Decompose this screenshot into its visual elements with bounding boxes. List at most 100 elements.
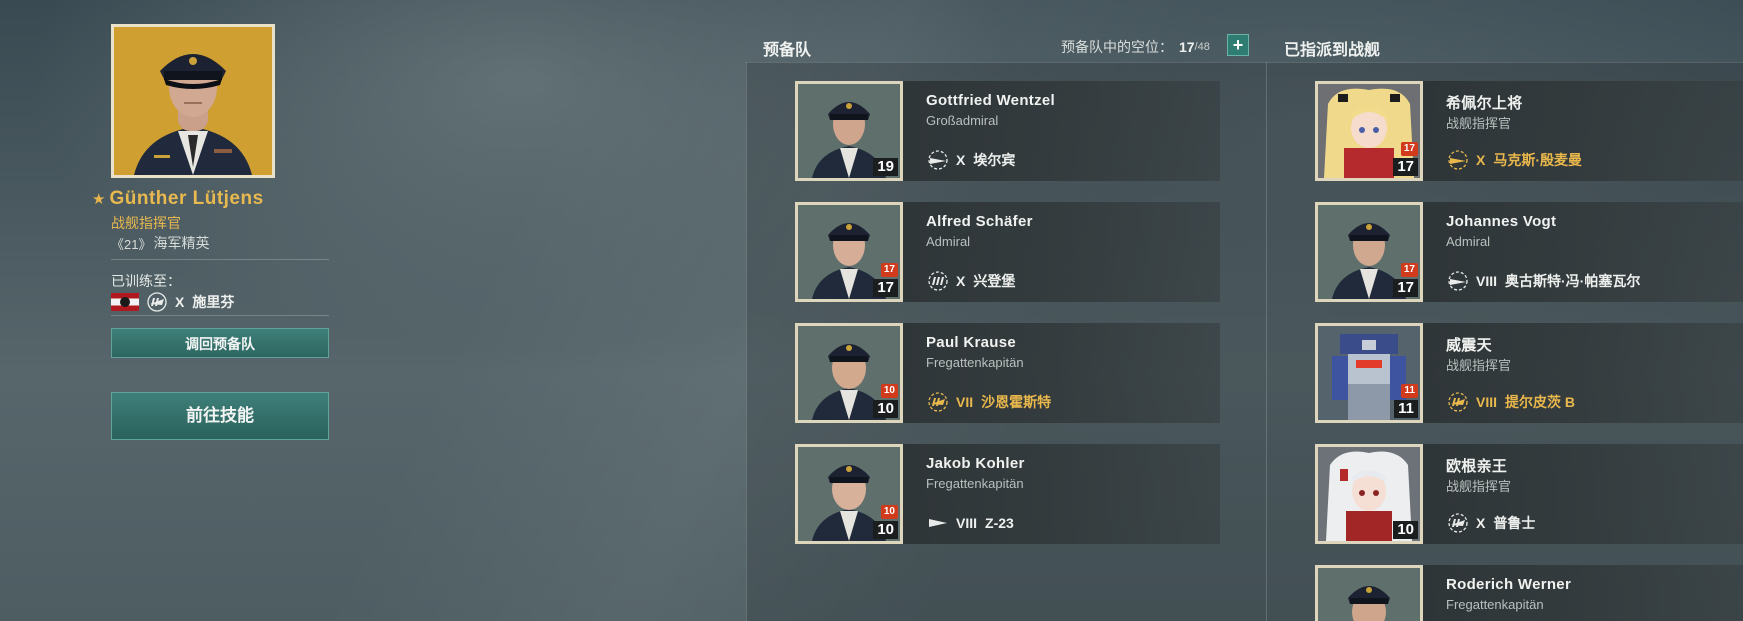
assigned-ship: VIII Z-23 — [926, 513, 1014, 533]
skill-points-badge: 11 — [1401, 384, 1418, 398]
assigned-commander-card[interactable]: 11 11 威震天 战舰指挥官 VIII 提尔皮茨 B — [1315, 323, 1743, 423]
elite-label: 海军精英 — [153, 235, 210, 251]
reserve-commander-card[interactable]: 19 Gottfried Wentzel Großadmiral X 埃尔宾 — [795, 81, 1220, 181]
reserve-commander-card[interactable]: 10 10 Jakob Kohler Fregattenkapitän VIII… — [795, 444, 1220, 544]
assigned-commander-card[interactable]: 17 17 希佩尔上将 战舰指挥官 X 马克斯·殷麦曼 — [1315, 81, 1743, 181]
skill-points-badge: 17 — [1400, 263, 1418, 277]
divider — [1266, 62, 1267, 621]
assigned-commander-card[interactable]: 17 17 Johannes Vogt Admiral VIII 奥古斯特·冯·… — [1315, 202, 1743, 302]
slots-max: /48 — [1194, 41, 1210, 53]
destroyer-icon — [929, 519, 947, 527]
skill-points-badge: 10 — [880, 384, 898, 398]
commander-portrait: 17 17 — [795, 202, 903, 302]
commander-level: 11 — [1394, 400, 1418, 418]
commander-name: Gottfried Wentzel — [926, 92, 1055, 109]
return-to-reserve-button[interactable]: 调回预备队 — [111, 328, 329, 358]
commander-name: 希佩尔上将 — [1446, 95, 1523, 112]
assigned-commander-card[interactable]: 10 欧根亲王 战舰指挥官 X 普鲁士 — [1315, 444, 1743, 544]
go-to-skills-button[interactable]: 前往技能 — [111, 392, 329, 440]
cruiser-icon — [928, 271, 948, 291]
commander-rank: Fregattenkapitän — [1446, 597, 1544, 612]
ship-tier: X — [1476, 515, 1486, 531]
commander-level: 17 — [1393, 279, 1418, 297]
commander-rank: Admiral — [926, 234, 971, 249]
commander-portrait: 11 11 — [1315, 323, 1423, 423]
ship-name: 沙恩霍斯特 — [981, 394, 1052, 410]
ship-name: 施里芬 — [192, 294, 235, 310]
ship-tier: X — [175, 294, 185, 310]
skill-points-badge: 17 — [880, 263, 898, 277]
commander-portrait: 17 17 — [1315, 202, 1423, 302]
commander-name-row: ★ Günther Lütjens — [92, 188, 264, 210]
commander-rank: Admiral — [1446, 234, 1491, 249]
ship-name: 马克斯·殷麦曼 — [1493, 152, 1583, 168]
commander-level: 17 — [1393, 158, 1418, 176]
star-icon: ★ — [92, 191, 106, 208]
commander-name: 威震天 — [1446, 337, 1492, 354]
assigned-commander-card[interactable]: Roderich Werner Fregattenkapitän — [1315, 565, 1743, 621]
ship-name: 兴登堡 — [973, 273, 1016, 289]
commander-name: 欧根亲王 — [1446, 458, 1508, 475]
commander-portrait — [1315, 565, 1423, 621]
elite-level: 21 — [124, 236, 139, 252]
reserve-commander-card[interactable]: 10 10 Paul Krause Fregattenkapitän VII 沙… — [795, 323, 1220, 423]
commander-rank: 战舰指挥官 — [1446, 358, 1512, 373]
slots-current: 17 — [1179, 39, 1195, 55]
divider — [111, 259, 329, 260]
commander-level: 19 — [873, 158, 898, 176]
skill-points-badge: 10 — [880, 505, 898, 519]
commander-rank: Großadmiral — [926, 113, 999, 128]
elite-level-icon: 《21》 — [111, 236, 152, 252]
battleship-icon — [1448, 392, 1468, 412]
commander-portrait: 17 17 — [1315, 81, 1423, 181]
commander-rank: Fregattenkapitän — [926, 355, 1024, 370]
add-slots-button[interactable]: + — [1227, 34, 1249, 56]
commander-rank: Fregattenkapitän — [926, 476, 1024, 491]
ship-name: 埃尔宾 — [973, 152, 1016, 168]
commander-rank: 战舰指挥官 — [1446, 479, 1512, 494]
ship-name: 普鲁士 — [1493, 515, 1536, 531]
assigned-ship: X 兴登堡 — [926, 271, 1015, 291]
ship-tier: VIII — [1476, 394, 1498, 410]
commander-rank: 战舰指挥官 — [111, 215, 181, 231]
cruiser-icon — [1448, 271, 1468, 291]
commander-portrait: 10 10 — [795, 444, 903, 544]
skill-points-badge: 17 — [1400, 142, 1418, 156]
ship-tier: X — [956, 152, 966, 168]
commander-name: Paul Krause — [926, 334, 1017, 351]
battleship-icon — [147, 292, 167, 312]
commander-portrait: 10 10 — [795, 323, 903, 423]
ship-tier: X — [1476, 152, 1486, 168]
commander-name: Johannes Vogt — [1446, 213, 1557, 230]
commander-portrait — [111, 24, 275, 178]
slots-label: 预备队中的空位： — [1061, 39, 1173, 55]
ship-name: 奥古斯特·冯·帕塞瓦尔 — [1505, 273, 1641, 289]
germany-flag-icon — [111, 293, 139, 311]
assigned-ship: X 马克斯·殷麦曼 — [1446, 150, 1582, 170]
divider — [746, 62, 1743, 63]
reserve-commander-card[interactable]: 17 17 Alfred Schäfer Admiral X 兴登堡 — [795, 202, 1220, 302]
ship-tier: X — [956, 273, 966, 289]
assigned-title: 已指派到战舰 — [1284, 42, 1381, 59]
commander-level: 17 — [873, 279, 898, 297]
assigned-ship: VIII 奥古斯特·冯·帕塞瓦尔 — [1446, 271, 1640, 291]
commander-rank: 战舰指挥官 — [1446, 116, 1512, 131]
assigned-ship: VII 沙恩霍斯特 — [926, 392, 1051, 412]
reserve-slots: 预备队中的空位： 17 /48 — [1061, 37, 1210, 57]
commander-name: Günther Lütjens — [109, 188, 264, 209]
commander-level: 10 — [873, 521, 898, 539]
assigned-ship: X 埃尔宾 — [926, 150, 1015, 170]
commander-elite: 《21》 海军精英 — [111, 233, 210, 253]
commander-name: Roderich Werner — [1446, 576, 1572, 593]
commander-level: 10 — [1393, 521, 1418, 539]
commander-portrait: 10 — [1315, 444, 1423, 544]
trained-ship: X 施里芬 — [111, 292, 234, 312]
commander-portrait: 19 — [795, 81, 903, 181]
ship-name: Z-23 — [985, 515, 1014, 531]
ship-tier: VII — [956, 394, 974, 410]
assigned-ship: X 普鲁士 — [1446, 513, 1535, 533]
reserve-title: 预备队 — [763, 42, 812, 59]
assigned-ship: VIII 提尔皮茨 B — [1446, 392, 1575, 412]
battleship-icon — [928, 392, 948, 412]
commander-name: Jakob Kohler — [926, 455, 1025, 472]
